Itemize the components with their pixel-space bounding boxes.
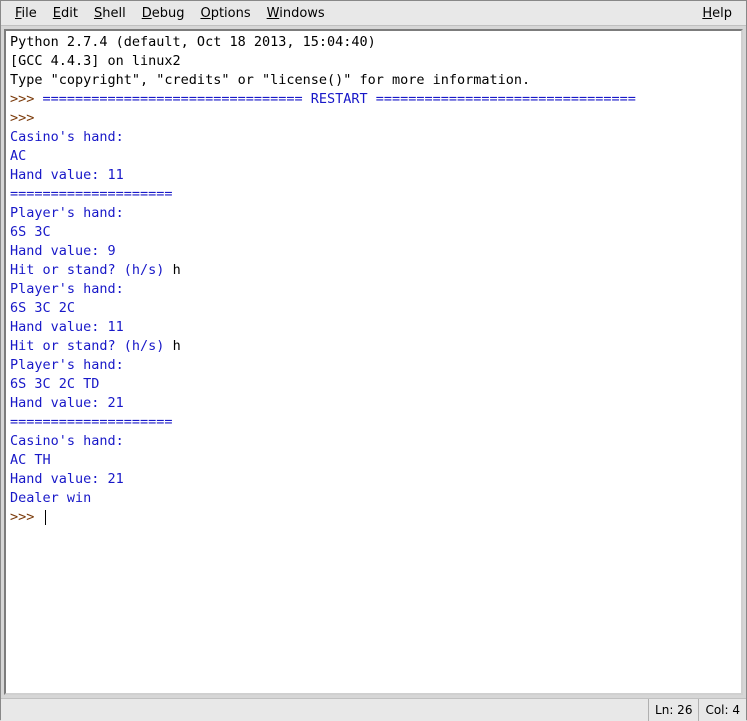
status-col: Col: 4 <box>698 699 746 721</box>
menu-windows[interactable]: Windows <box>259 4 333 23</box>
menu-file[interactable]: File <box>7 4 45 23</box>
shell-text-area[interactable]: Python 2.7.4 (default, Oct 18 2013, 15:0… <box>4 29 743 695</box>
output-line: Hand value: 11 <box>10 319 124 335</box>
output-line: Casino's hand: <box>10 433 124 449</box>
output-line: ==================== <box>10 414 173 430</box>
banner-line: Python 2.7.4 (default, Oct 18 2013, 15:0… <box>10 34 376 50</box>
status-bar: Ln: 26 Col: 4 <box>1 698 746 721</box>
output-line: Player's hand: <box>10 205 124 221</box>
prompt: >>> <box>10 110 43 126</box>
shell-frame: Python 2.7.4 (default, Oct 18 2013, 15:0… <box>1 26 746 698</box>
output-line: Hit or stand? (h/s) <box>10 338 173 354</box>
output-line: AC TH <box>10 452 51 468</box>
output-line: Hand value: 21 <box>10 471 124 487</box>
prompt: >>> <box>10 91 43 107</box>
output-line: 6S 3C 2C TD <box>10 376 99 392</box>
output-line: Player's hand: <box>10 281 124 297</box>
output-line: Hit or stand? (h/s) <box>10 262 173 278</box>
output-line: AC <box>10 148 26 164</box>
output-line: Hand value: 11 <box>10 167 124 183</box>
output-line: Hand value: 9 <box>10 243 116 259</box>
banner-line: Type "copyright", "credits" or "license(… <box>10 72 530 88</box>
output-line: ==================== <box>10 186 173 202</box>
user-input: h <box>173 338 181 354</box>
output-line: 6S 3C <box>10 224 51 240</box>
output-line: Player's hand: <box>10 357 124 373</box>
menu-options[interactable]: Options <box>192 4 258 23</box>
text-cursor <box>45 510 46 525</box>
restart-banner: ================================ RESTART… <box>43 91 636 107</box>
menu-edit[interactable]: Edit <box>45 4 86 23</box>
output-line: Casino's hand: <box>10 129 124 145</box>
user-input: h <box>173 262 181 278</box>
menu-shell[interactable]: Shell <box>86 4 134 23</box>
output-line: Dealer win <box>10 490 91 506</box>
menubar: File Edit Shell Debug Options Windows He… <box>1 1 746 26</box>
output-line: 6S 3C 2C <box>10 300 75 316</box>
banner-line: [GCC 4.4.3] on linux2 <box>10 53 181 69</box>
status-line: Ln: 26 <box>648 699 698 721</box>
output-line: Hand value: 21 <box>10 395 124 411</box>
menu-help[interactable]: Help <box>694 4 740 23</box>
menu-debug[interactable]: Debug <box>134 4 193 23</box>
prompt: >>> <box>10 509 43 525</box>
